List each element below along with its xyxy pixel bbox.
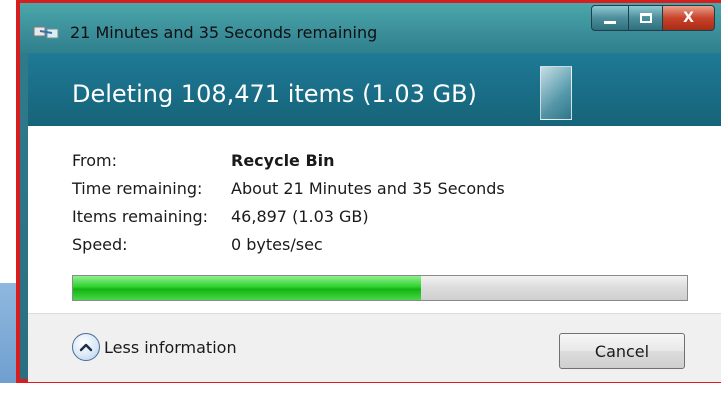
caption-buttons: X: [591, 5, 715, 31]
window-title: 21 Minutes and 35 Seconds remaining: [70, 23, 378, 42]
detail-label: From:: [72, 151, 118, 170]
maximize-icon: [639, 13, 652, 23]
close-icon: X: [683, 10, 694, 26]
glass-highlight: [540, 66, 572, 120]
minimize-icon: [604, 20, 616, 24]
close-button[interactable]: X: [663, 5, 715, 31]
detail-value: 46,897 (1.03 GB): [231, 207, 369, 226]
cancel-button[interactable]: Cancel: [559, 333, 685, 369]
detail-value: 0 bytes/sec: [231, 235, 323, 254]
progress-bar: [72, 275, 688, 301]
chevron-up-icon: [72, 333, 100, 361]
details-panel: From: Recycle Bin Time remaining: About …: [28, 126, 721, 313]
less-information-label: Less information: [104, 337, 237, 357]
maximize-button[interactable]: [629, 5, 663, 31]
detail-label: Time remaining:: [72, 179, 203, 198]
progress-fill: [73, 276, 422, 300]
operation-header: Deleting 108,471 items (1.03 GB): [28, 53, 721, 126]
delete-progress-window: 21 Minutes and 35 Seconds remaining X De…: [16, 0, 721, 383]
less-information-toggle[interactable]: Less information: [72, 333, 237, 361]
detail-label: Speed:: [72, 235, 128, 254]
operation-title: Deleting 108,471 items (1.03 GB): [72, 80, 477, 108]
dialog-footer: Less information Cancel: [28, 313, 721, 382]
detail-value: About 21 Minutes and 35 Seconds: [231, 179, 505, 198]
detail-value: Recycle Bin: [231, 151, 335, 170]
title-bar[interactable]: 21 Minutes and 35 Seconds remaining X: [20, 3, 721, 53]
detail-label: Items remaining:: [72, 207, 209, 226]
delete-files-icon: [32, 24, 62, 40]
minimize-button[interactable]: [591, 5, 629, 31]
